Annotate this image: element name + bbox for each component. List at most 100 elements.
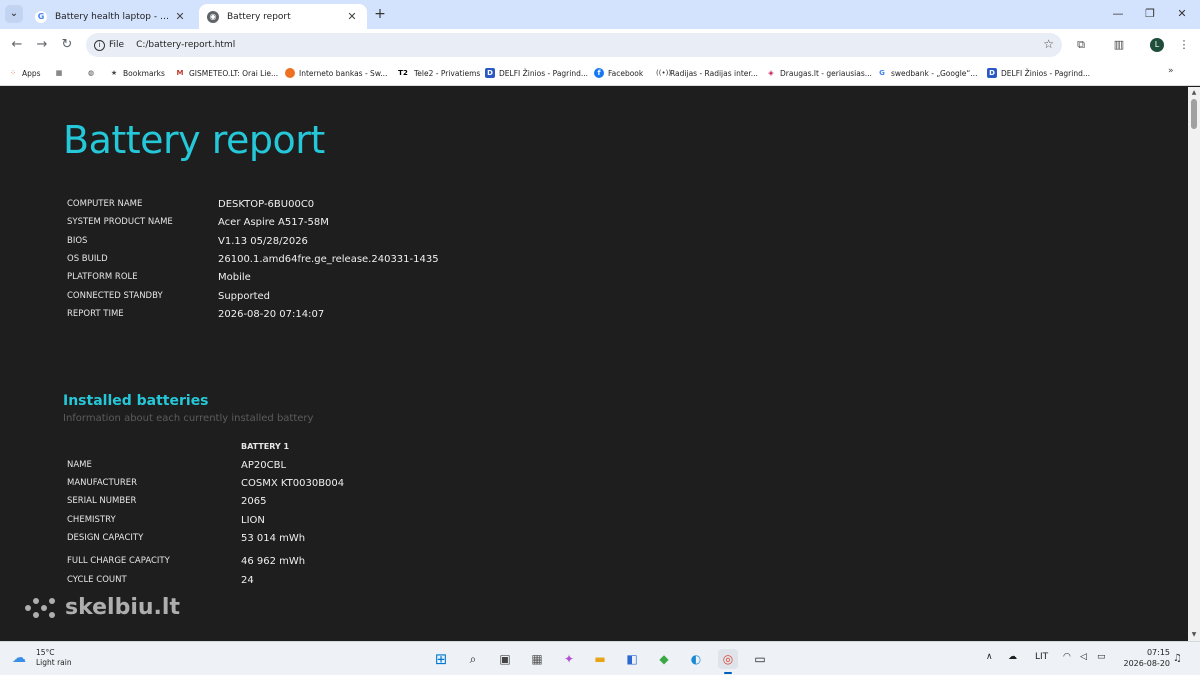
info-value: DESKTOP-6BU00C0 [218, 198, 315, 210]
info-value: Mobile [218, 271, 251, 283]
bookmark-globe[interactable]: ◍ [86, 66, 100, 80]
chrome-icon[interactable]: ◎ [718, 649, 738, 674]
info-row: CONNECTED STANDBY Supported [67, 288, 270, 304]
close-icon[interactable]: ✕ [345, 10, 359, 23]
battery-value: LION [241, 514, 265, 526]
scroll-down-arrow-icon[interactable]: ▼ [1190, 631, 1198, 638]
scroll-thumb[interactable] [1191, 99, 1197, 129]
search-icon[interactable]: ⌕ [463, 649, 483, 669]
edge-icon[interactable]: ◐ [686, 649, 706, 669]
info-row: BIOS V1.13 05/28/2026 [67, 233, 308, 249]
terminal-icon[interactable]: ▭ [750, 649, 770, 669]
watermark-text: skelbiu.lt [65, 595, 180, 620]
google-icon: G [35, 10, 47, 23]
battery-value: 53 014 mWh [241, 532, 306, 544]
file-explorer-icon[interactable]: ▬ [590, 649, 610, 669]
bookmark-label: Draugas.lt - geriausias... [780, 68, 872, 78]
copilot-icon[interactable]: ✦ [559, 649, 579, 669]
bookmark-draugas[interactable]: ◈ Draugas.lt - geriausias... [766, 66, 872, 80]
apps-grid-icon: ⁘ [10, 69, 16, 77]
bookmark-bookmarks[interactable]: ★ Bookmarks [109, 66, 165, 80]
window-close-icon[interactable]: ✕ [1170, 5, 1194, 23]
info-label: BIOS [67, 236, 88, 246]
reload-icon[interactable]: ↻ [58, 36, 76, 54]
battery-report-page: Battery report COMPUTER NAME DESKTOP-6BU… [0, 87, 1188, 641]
table-row: SERIAL NUMBER 2065 [67, 493, 266, 509]
tab-title: Battery health laptop - „Google“ p [55, 11, 173, 22]
bookmark-gismeteo[interactable]: M GISMETEO.LT: Orai Lie... [175, 66, 279, 80]
section-subtitle: Information about each currently install… [63, 413, 314, 424]
info-icon[interactable]: i [94, 39, 105, 51]
task-view-icon[interactable]: ▣ [495, 649, 515, 669]
bookmark-delfi-2[interactable]: D DELFI Žinios - Pagrind... [987, 66, 1090, 80]
battery-column-header: BATTERY 1 [241, 442, 290, 451]
bookmark-swedbank-search[interactable]: G swedbank - „Google“... [877, 66, 977, 80]
radio-icon: ((•)) [656, 69, 672, 77]
url-text[interactable]: C:/battery-report.html [136, 40, 235, 50]
weather-widget[interactable]: ☁ 15°C Light rain [12, 648, 72, 668]
info-row: OS BUILD 26100.1.amd64fre.ge_release.240… [67, 251, 439, 267]
battery-value: 2065 [241, 495, 267, 507]
tele2-icon: T2 [398, 69, 408, 77]
clock-time: 07:15 [1146, 648, 1170, 657]
info-label: PLATFORM ROLE [67, 272, 138, 282]
volume-icon[interactable]: ◁ [1080, 652, 1087, 662]
microsoft-store-icon[interactable]: ◧ [622, 649, 642, 669]
new-tab-plus-icon[interactable]: + [372, 6, 388, 22]
bookmarks-bar: ⁘ Apps ▦ ◍ ★ Bookmarks M GISMETEO.LT: Or… [0, 61, 1200, 86]
bookmark-swedbank[interactable]: Interneto bankas - Sw... [285, 66, 387, 80]
info-value: Supported [218, 290, 271, 302]
onedrive-cloud-icon[interactable]: ☁ [1008, 652, 1017, 662]
restore-icon[interactable]: ❐ [1138, 5, 1162, 23]
battery-value: 46 962 mWh [241, 555, 306, 567]
bookmark-apps[interactable]: ⁘ Apps [8, 66, 41, 80]
bookmark-tab-groups[interactable]: ▦ [54, 66, 68, 80]
info-row: COMPUTER NAME DESKTOP-6BU00C0 [67, 196, 314, 212]
bookmark-tele2[interactable]: T2 Tele2 - Privatiems [396, 66, 480, 80]
minimize-icon[interactable]: — [1106, 5, 1130, 23]
scroll-up-arrow-icon[interactable]: ▲ [1190, 89, 1198, 96]
bookmark-star-icon[interactable]: ☆ [1043, 37, 1054, 51]
extensions-puzzle-icon[interactable]: ⧉ [1073, 37, 1089, 53]
profile-avatar[interactable]: L [1150, 38, 1164, 52]
tab-strip: ⌄ G Battery health laptop - „Google“ p ✕… [0, 0, 1200, 29]
battery-label: MANUFACTURER [67, 478, 138, 488]
forward-arrow-icon[interactable]: → [33, 36, 51, 54]
bookmark-label: Facebook [608, 68, 644, 78]
page-scrollbar[interactable]: ▲ ▼ [1188, 87, 1200, 641]
gismeteo-icon: M [176, 69, 184, 77]
more-bookmarks-chevron-icon[interactable]: » [1168, 66, 1174, 76]
tab-search-chevron-icon[interactable]: ⌄ [5, 5, 23, 23]
calculator-icon[interactable]: ▦ [527, 649, 547, 669]
info-label: REPORT TIME [67, 309, 124, 319]
menu-kebab-icon[interactable]: ⋮ [1176, 37, 1192, 53]
section-title: Installed batteries [63, 393, 209, 409]
wifi-icon[interactable]: ◠ [1063, 652, 1071, 662]
skelbiu-logo-icon [25, 596, 57, 620]
side-panel-icon[interactable]: ▥ [1111, 37, 1127, 53]
bookmark-facebook[interactable]: f Facebook [594, 66, 643, 80]
input-language[interactable]: LIT [1035, 652, 1048, 662]
windows-taskbar: ☁ 15°C Light rain ⊞ ⌕ ▣ ▦ ✦ ▬ ◧ ◆ ◐ ◎ ▭ … [0, 641, 1200, 675]
tab-battery-report[interactable]: ◉ Battery report ✕ [199, 4, 367, 29]
table-row: FULL CHARGE CAPACITY 46 962 mWh [67, 553, 305, 569]
bookmark-delfi[interactable]: D DELFI Žinios - Pagrind... [485, 66, 588, 80]
close-icon[interactable]: ✕ [173, 10, 187, 23]
system-clock[interactable]: 07:15 2026-08-20 [1122, 647, 1171, 669]
info-label: CONNECTED STANDBY [67, 291, 163, 301]
bluestacks-icon[interactable]: ◆ [654, 649, 674, 669]
address-bar[interactable]: i File C:/battery-report.html ☆ [86, 33, 1062, 57]
battery-label: CYCLE COUNT [67, 575, 127, 585]
battery-icon[interactable]: ▭ [1097, 652, 1106, 662]
tab-title: Battery report [227, 11, 291, 22]
file-chip[interactable]: File [109, 40, 124, 50]
info-label: COMPUTER NAME [67, 199, 143, 209]
notification-bell-icon[interactable]: ♫ [1173, 653, 1182, 664]
start-windows-icon[interactable]: ⊞ [431, 649, 451, 669]
show-hidden-icons-chevron-icon[interactable]: ∧ [986, 652, 993, 662]
info-row: REPORT TIME 2026-08-20 07:14:07 [67, 306, 324, 322]
bookmark-radijas[interactable]: ((•)) Radijas - Radijas inter... [656, 66, 758, 80]
back-arrow-icon[interactable]: ← [8, 36, 26, 54]
tab-battery-health-search[interactable]: G Battery health laptop - „Google“ p ✕ [27, 4, 195, 29]
bookmark-label: Tele2 - Privatiems [414, 68, 481, 78]
